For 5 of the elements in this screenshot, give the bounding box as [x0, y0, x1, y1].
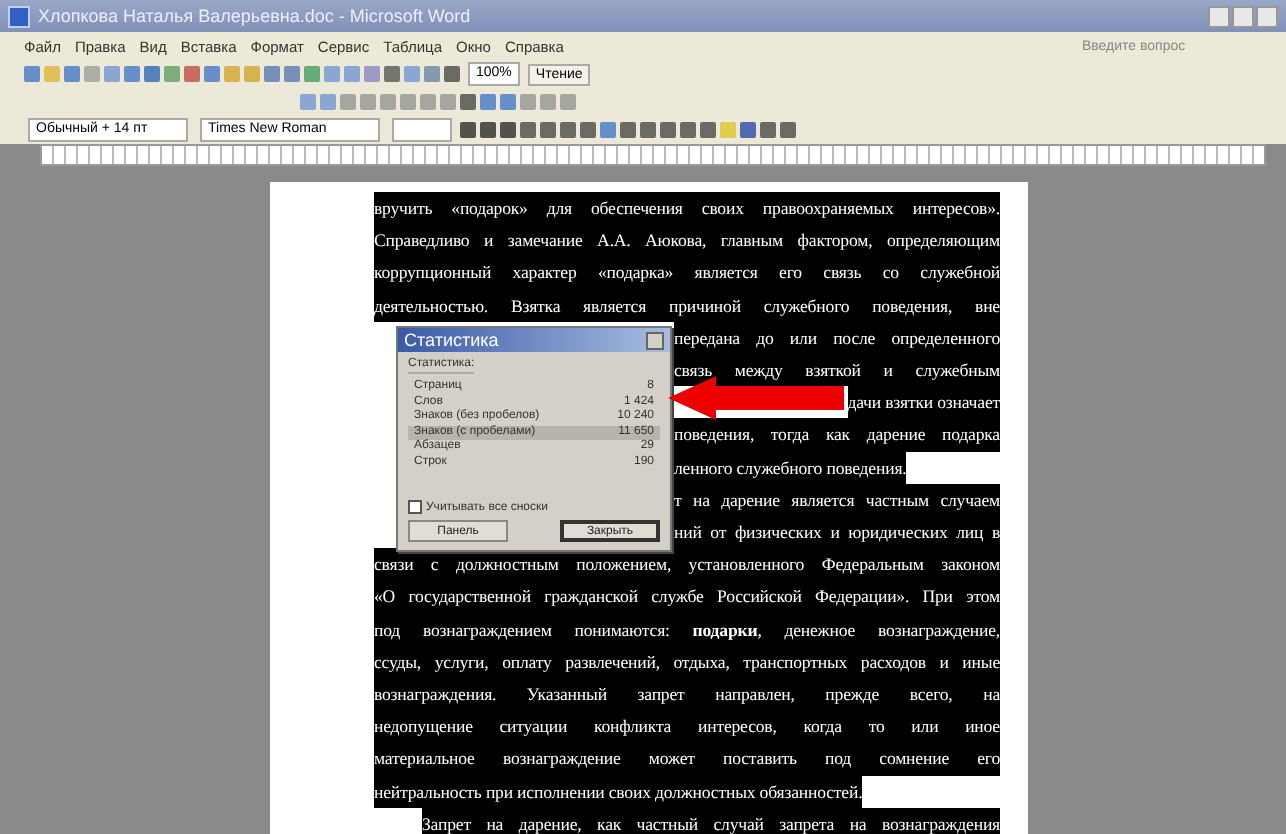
- window-title: Хлопкова Наталья Валерьевна.doc - Microsoft Word: [38, 6, 473, 26]
- font-size-dropdown[interactable]: [392, 118, 452, 142]
- checkbox[interactable]: [408, 500, 422, 514]
- document-icon: [8, 5, 30, 27]
- dialog-title: Статистика: [404, 330, 499, 350]
